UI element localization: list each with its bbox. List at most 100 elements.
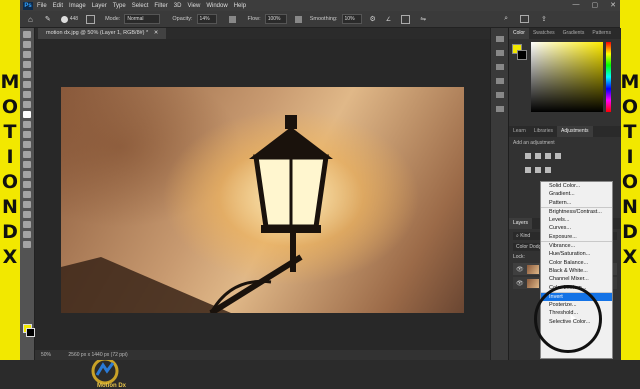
motion-dx-logo-icon bbox=[91, 357, 119, 385]
menu-layer[interactable]: Layer bbox=[92, 3, 107, 9]
airbrush-icon[interactable] bbox=[294, 15, 302, 23]
menu-filter[interactable]: Filter bbox=[154, 3, 167, 9]
close-tab-icon[interactable]: ✕ bbox=[154, 30, 159, 36]
share-icon[interactable]: ⇪ bbox=[541, 15, 547, 23]
opacity-input[interactable]: 14% bbox=[196, 14, 217, 24]
quick-select-tool-icon[interactable] bbox=[23, 61, 31, 68]
tab-learn[interactable]: Learn bbox=[509, 126, 530, 137]
smoothing-input[interactable]: 10% bbox=[341, 14, 362, 24]
layers-tab[interactable]: Layers bbox=[509, 218, 533, 229]
menu-item-solid-color[interactable]: Solid Color... bbox=[541, 182, 612, 190]
menu-item-gradient[interactable]: Gradient... bbox=[541, 190, 612, 198]
document-tab[interactable]: motion dx.jpg @ 50% (Layer 1, RGB/8#) * … bbox=[38, 28, 167, 39]
levels-icon[interactable] bbox=[535, 153, 541, 159]
hue-sat-icon[interactable] bbox=[535, 167, 541, 173]
curves-icon[interactable] bbox=[545, 153, 551, 159]
shape-tool-icon[interactable] bbox=[23, 211, 31, 218]
brush-preset-picker[interactable]: 448 bbox=[60, 15, 78, 23]
mode-select[interactable]: Normal bbox=[124, 14, 161, 24]
workspace-icon[interactable] bbox=[519, 15, 529, 23]
visibility-eye-icon[interactable]: 👁 bbox=[516, 280, 524, 287]
menu-item-pattern[interactable]: Pattern... bbox=[541, 199, 612, 207]
exposure-icon[interactable] bbox=[555, 153, 561, 159]
eyedropper-tool-icon[interactable] bbox=[23, 91, 31, 98]
brush-tool-icon[interactable] bbox=[23, 111, 31, 118]
more-tools-icon[interactable] bbox=[23, 241, 31, 248]
type-tool-icon[interactable] bbox=[23, 191, 31, 198]
move-tool-icon[interactable] bbox=[23, 31, 31, 38]
hand-tool-icon[interactable] bbox=[23, 221, 31, 228]
menu-help[interactable]: Help bbox=[234, 3, 246, 9]
eraser-tool-icon[interactable] bbox=[23, 141, 31, 148]
tab-swatches[interactable]: Swatches bbox=[529, 28, 559, 39]
toggle-brush-panel-icon[interactable] bbox=[86, 14, 96, 24]
tab-libraries[interactable]: Libraries bbox=[530, 126, 557, 137]
tab-adjustments[interactable]: Adjustments bbox=[556, 126, 593, 137]
properties-panel-icon[interactable] bbox=[496, 50, 504, 56]
menu-type[interactable]: Type bbox=[113, 3, 126, 9]
character-panel-icon[interactable] bbox=[496, 78, 504, 84]
menu-item-levels[interactable]: Levels... bbox=[541, 216, 612, 224]
color-picker-field[interactable] bbox=[531, 42, 603, 112]
pressure-size-icon[interactable] bbox=[401, 14, 411, 24]
crop-tool-icon[interactable] bbox=[23, 71, 31, 78]
brightness-icon[interactable] bbox=[525, 153, 531, 159]
healing-tool-icon[interactable] bbox=[23, 101, 31, 108]
stamp-tool-icon[interactable] bbox=[23, 121, 31, 128]
menu-image[interactable]: Image bbox=[69, 3, 86, 9]
history-brush-tool-icon[interactable] bbox=[23, 131, 31, 138]
history-panel-icon[interactable] bbox=[496, 36, 504, 42]
tab-gradients[interactable]: Gradients bbox=[559, 28, 589, 39]
street-lamp-image bbox=[61, 115, 333, 316]
pen-tool-icon[interactable] bbox=[23, 181, 31, 188]
brush-panel-icon[interactable] bbox=[496, 64, 504, 70]
background-swatch[interactable] bbox=[517, 50, 527, 60]
menu-item-brightness-contrast[interactable]: Brightness/Contrast... bbox=[541, 206, 612, 216]
brush-tool-icon[interactable]: ✎ bbox=[45, 15, 51, 23]
document-image[interactable] bbox=[61, 87, 464, 316]
dodge-tool-icon[interactable] bbox=[23, 171, 31, 178]
path-select-tool-icon[interactable] bbox=[23, 201, 31, 208]
blur-tool-icon[interactable] bbox=[23, 161, 31, 168]
menu-item-color-balance[interactable]: Color Balance... bbox=[541, 259, 612, 267]
menu-select[interactable]: Select bbox=[132, 3, 149, 9]
zoom-level[interactable]: 50% bbox=[41, 352, 51, 358]
brand-letter: O bbox=[1, 96, 19, 118]
tab-patterns[interactable]: Patterns bbox=[588, 28, 615, 39]
marquee-tool-icon[interactable] bbox=[23, 41, 31, 48]
menu-window[interactable]: Window bbox=[206, 3, 227, 9]
search-icon[interactable]: ⌕ bbox=[504, 15, 508, 23]
canvas-area[interactable]: Motion Dx bbox=[35, 39, 510, 389]
menu-3d[interactable]: 3D bbox=[174, 3, 182, 9]
frame-tool-icon[interactable] bbox=[23, 81, 31, 88]
menu-item-hue-saturation[interactable]: Hue/Saturation... bbox=[541, 250, 612, 258]
vibrance-icon[interactable] bbox=[525, 167, 531, 173]
paths-panel-icon[interactable] bbox=[496, 106, 504, 112]
paragraph-panel-icon[interactable] bbox=[496, 92, 504, 98]
color-balance-icon[interactable] bbox=[545, 167, 551, 173]
menu-file[interactable]: File bbox=[37, 3, 47, 9]
smoothing-settings-icon[interactable]: ⚙ bbox=[370, 15, 376, 23]
menu-item-black-white[interactable]: Black & White... bbox=[541, 267, 612, 275]
symmetry-icon[interactable]: ⇋ bbox=[420, 15, 426, 23]
minimize-icon[interactable]: — bbox=[573, 1, 580, 9]
gradient-tool-icon[interactable] bbox=[23, 151, 31, 158]
pressure-opacity-icon[interactable] bbox=[228, 15, 236, 23]
flow-input[interactable]: 100% bbox=[264, 14, 287, 24]
close-icon[interactable]: ✕ bbox=[610, 1, 616, 9]
menu-item-exposure[interactable]: Exposure... bbox=[541, 233, 612, 241]
lasso-tool-icon[interactable] bbox=[23, 51, 31, 58]
zoom-tool-icon[interactable] bbox=[23, 231, 31, 238]
menu-edit[interactable]: Edit bbox=[53, 3, 63, 9]
menu-item-vibrance[interactable]: Vibrance... bbox=[541, 241, 612, 250]
maximize-icon[interactable]: ▢ bbox=[592, 1, 599, 9]
visibility-eye-icon[interactable]: 👁 bbox=[516, 266, 524, 273]
menu-item-channel-mixer[interactable]: Channel Mixer... bbox=[541, 275, 612, 283]
angle-icon[interactable]: ∠ bbox=[386, 16, 391, 23]
menu-view[interactable]: View bbox=[187, 3, 200, 9]
background-color-swatch[interactable] bbox=[26, 328, 35, 337]
hue-slider[interactable] bbox=[606, 42, 611, 112]
tab-color[interactable]: Color bbox=[509, 28, 529, 39]
menu-item-curves[interactable]: Curves... bbox=[541, 224, 612, 232]
home-icon[interactable]: ⌂ bbox=[28, 15, 33, 24]
